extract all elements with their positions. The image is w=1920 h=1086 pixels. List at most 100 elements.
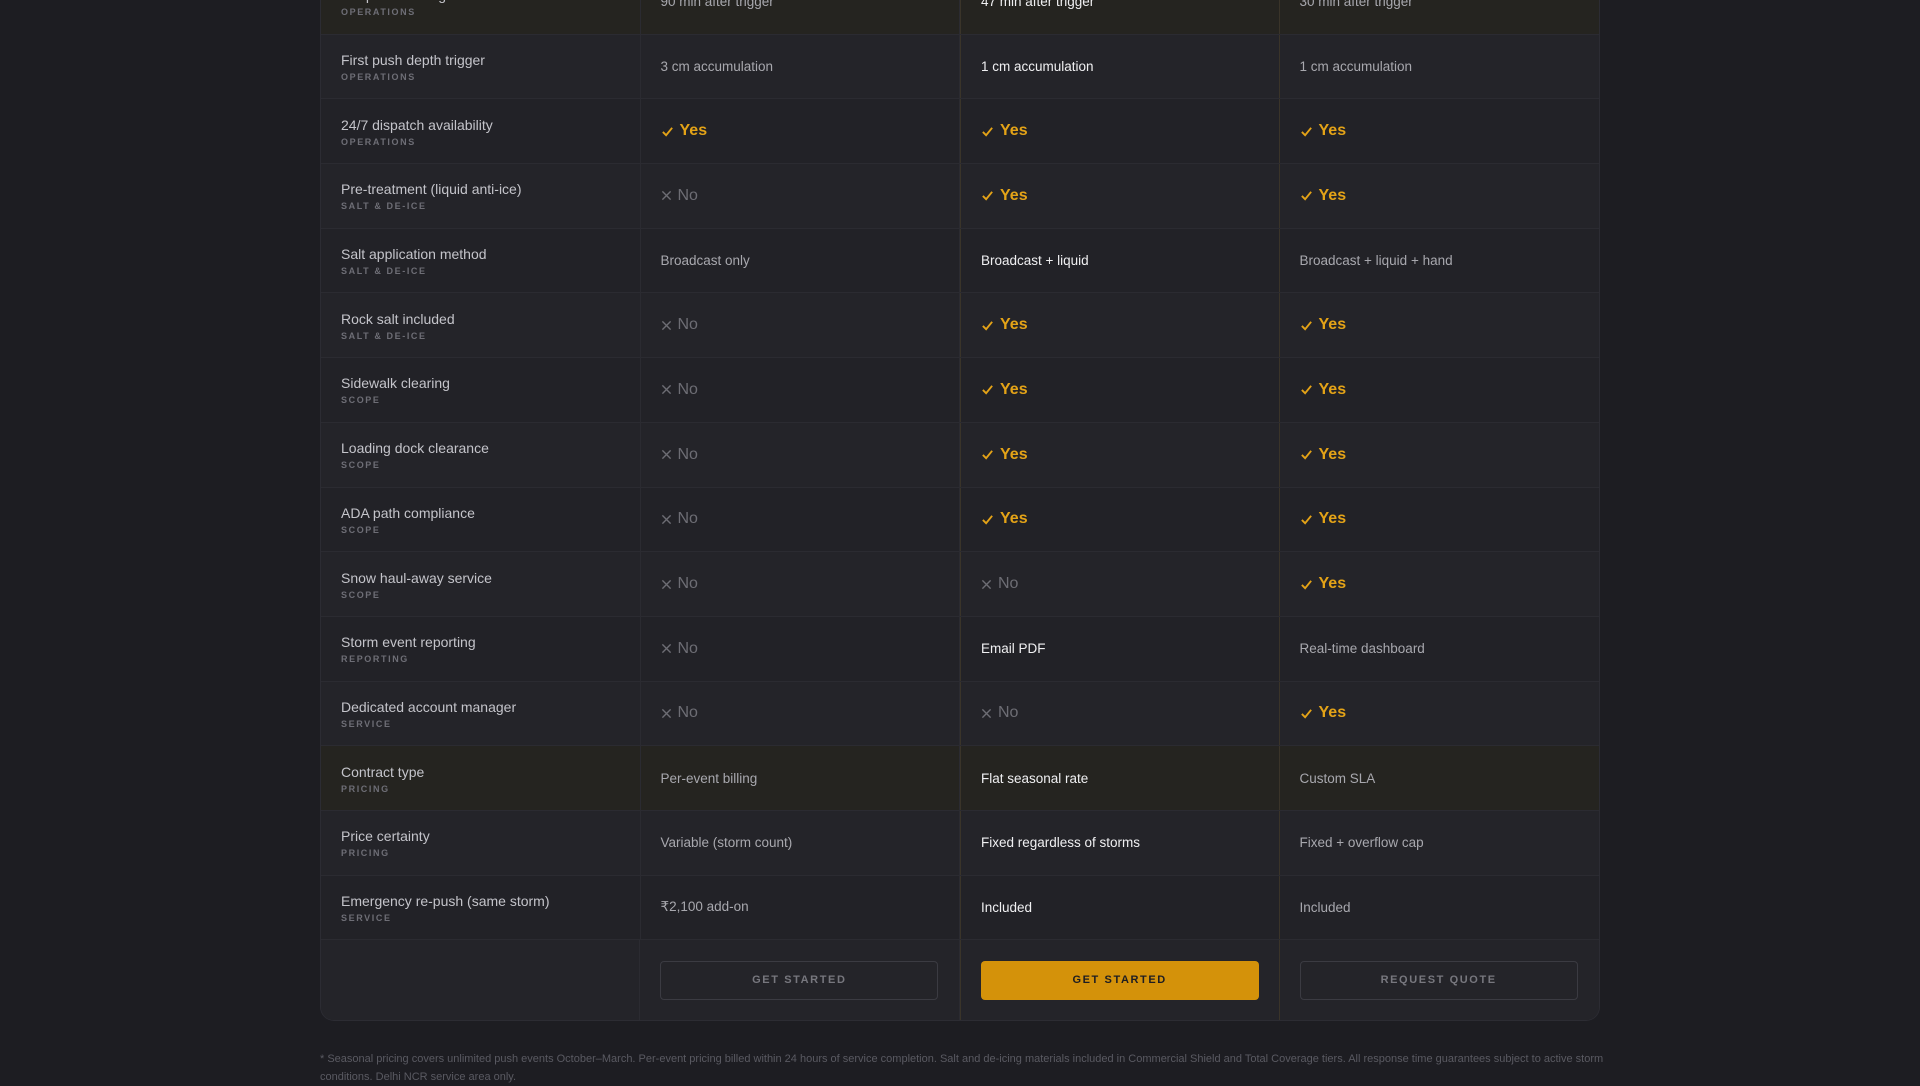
feature-label: Price certainty [341, 828, 430, 845]
yes-indicator: Yes [1300, 704, 1600, 722]
cta-empty-cell [321, 940, 641, 1021]
value-cell-plan-2: Broadcast + liquid [960, 228, 1280, 293]
feature-cell: Sidewalk clearing SCOPE [321, 358, 641, 422]
yes-label: Yes [1000, 316, 1028, 334]
feature-label: First push depth trigger [341, 52, 485, 69]
table-row: First push depth trigger OPERATIONS 3 cm a… [321, 34, 1600, 100]
feature-category: SALT & DE-ICE [341, 330, 427, 341]
no-label: No [677, 380, 698, 398]
yes-label: Yes [1000, 510, 1028, 528]
no-label: No [998, 575, 1019, 593]
value-cell-plan-2: Email PDF [960, 616, 1280, 681]
yes-label: Yes [1318, 186, 1347, 204]
value-cell-plan-2: No [960, 552, 1280, 616]
table-row: Storm event reporting REPORTING No Email PD… [321, 616, 1599, 682]
yes-label: Yes [679, 122, 708, 140]
feature-label: Pre-treatment (liquid anti-ice) [341, 181, 522, 198]
value-cell-plan-3: Yes [1280, 552, 1600, 616]
feature-label: Emergency re-push (same storm) [341, 892, 550, 909]
feature-label: Loading dock clearance [341, 440, 489, 457]
table-row: Sidewalk clearing SCOPE No Yes Yes [321, 358, 1599, 423]
value-cell-plan-3: 30 min after trigger [1280, 0, 1600, 34]
yes-indicator: Yes [981, 446, 1279, 464]
yes-label: Yes [1000, 122, 1028, 140]
value-text: Broadcast + liquid + hand [1299, 253, 1453, 269]
request-quote-button[interactable]: REQUEST QUOTE [1299, 960, 1578, 1000]
feature-cell: ADA path compliance SCOPE [321, 487, 641, 552]
value-cell-plan-1: No [641, 422, 960, 487]
no-indicator: No [661, 446, 960, 464]
get-started-featured-button[interactable]: GET STARTED [980, 960, 1259, 1000]
no-label: No [677, 316, 698, 334]
value-text: Flat seasonal rate [981, 770, 1089, 786]
yes-indicator: Yes [1300, 187, 1600, 205]
no-label: No [677, 186, 698, 204]
check-icon [1300, 709, 1312, 719]
yes-indicator: Yes [981, 316, 1279, 334]
value-cell-plan-3: Yes [1280, 358, 1600, 422]
get-started-button[interactable]: GET STARTED [660, 960, 939, 1000]
feature-category: OPERATIONS [341, 136, 416, 147]
value-cell-plan-3: 1 cm accumulation [1280, 35, 1600, 99]
value-cell-plan-1: No [641, 293, 960, 358]
table-row: Dedicated account manager SERVICE No No Yes [321, 681, 1600, 747]
feature-category: SALT & DE-ICE [341, 201, 427, 212]
feature-cell: Emergency re-push (same storm) SERVICE [321, 875, 641, 940]
feature-cell: Loading dock clearance SCOPE [321, 422, 641, 487]
x-icon [661, 579, 671, 589]
feature-label: Response time guarantee [341, 0, 640, 4]
feature-category: PRICING [341, 848, 390, 859]
value-text: Broadcast only [660, 253, 750, 269]
value-cell-plan-2: Yes [960, 99, 1280, 164]
value-cell-plan-1: No [641, 358, 960, 422]
feature-cell: First push depth trigger OPERATIONS [321, 34, 641, 99]
check-icon [982, 126, 993, 137]
no-label: No [677, 575, 698, 593]
yes-label: Yes [1000, 445, 1028, 463]
check-icon [982, 450, 993, 460]
check-icon [661, 126, 673, 137]
value-cell-plan-1: No [641, 552, 960, 616]
feature-label: Contract type [341, 763, 425, 780]
feature-label: Storm event reporting [341, 634, 476, 651]
table-row: Emergency re-push (same storm) SERVICE ₹2,… [321, 875, 1599, 941]
value-cell-plan-3: Yes [1280, 682, 1600, 746]
value-cell-plan-1: Variable (storm count) [641, 810, 960, 875]
value-cell-plan-2: 47 min after trigger [960, 0, 1280, 34]
feature-label: ADA path compliance [341, 504, 475, 521]
check-icon [1300, 579, 1312, 590]
yes-indicator: Yes [1300, 316, 1600, 334]
no-indicator: No [661, 640, 960, 658]
yes-indicator: Yes [1300, 122, 1600, 140]
table-row: 24/7 dispatch availability OPERATIONS Yes Y… [321, 99, 1600, 165]
yes-label: Yes [1000, 186, 1028, 204]
value-cell-plan-2: No [960, 681, 1280, 746]
value-text: Broadcast + liquid [981, 253, 1089, 269]
value-text: Real-time dashboard [1299, 641, 1425, 657]
table-row: Loading dock clearance SCOPE No Yes Yes [321, 422, 1600, 488]
value-cell-plan-3: Fixed + overflow cap [1280, 811, 1600, 875]
value-cell-plan-2: Yes [960, 358, 1280, 422]
check-icon [982, 320, 993, 331]
value-text: Included [1299, 899, 1351, 915]
value-cell-plan-3: Yes [1280, 488, 1600, 552]
feature-label: 24/7 dispatch availability [341, 116, 493, 133]
check-icon [1300, 385, 1312, 396]
value-cell-plan-2: Yes [960, 293, 1280, 358]
yes-indicator: Yes [661, 122, 960, 140]
feature-category: SERVICE [341, 718, 392, 729]
table-row: Salt application method SALT & DE-ICE Broa… [321, 228, 1599, 294]
feature-category: SALT & DE-ICE [341, 266, 427, 277]
value-text: 3 cm accumulation [660, 59, 774, 75]
cta-row: GET STARTED GET STARTED REQUEST QUOTE [321, 940, 1599, 1021]
yes-indicator: Yes [1300, 381, 1600, 399]
feature-cell: Pre-treatment (liquid anti-ice) SALT & DE… [321, 164, 641, 228]
value-cell-plan-2: Included [960, 875, 1280, 940]
value-cell-plan-2: Yes [960, 164, 1280, 228]
check-icon [982, 515, 993, 525]
feature-category: SERVICE [341, 912, 392, 923]
feature-category: REPORTING [341, 654, 409, 665]
value-cell-plan-2: Fixed regardless of storms [960, 810, 1280, 875]
feature-cell: Storm event reporting REPORTING [321, 616, 641, 681]
yes-indicator: Yes [1300, 446, 1600, 464]
